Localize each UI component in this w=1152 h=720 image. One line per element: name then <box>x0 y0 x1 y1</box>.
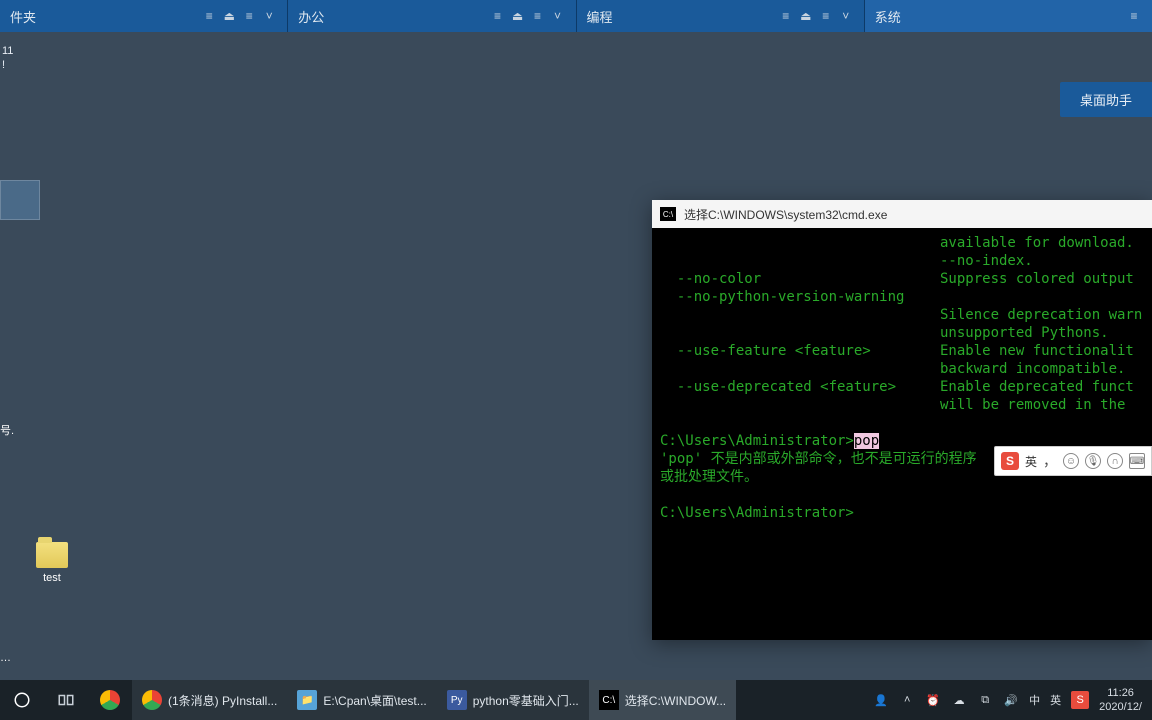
ime-en[interactable]: 英 <box>1050 692 1061 708</box>
chevron-down-icon[interactable]: ˅ <box>838 8 854 24</box>
sogou-tray-icon[interactable]: S <box>1071 691 1089 709</box>
taskbar-item-label: 选择C:\WINDOW... <box>625 692 726 709</box>
taskbar-item-python[interactable]: Py python零基础入门... <box>437 680 589 720</box>
taskbar: (1条消息) PyInstall... 📁 E:\Cpan\桌面\test...… <box>0 680 1152 720</box>
fence-title: 件夹 <box>10 7 201 26</box>
cmd-titlebar[interactable]: C:\ 选择C:\WINDOWS\system32\cmd.exe <box>652 200 1152 228</box>
taskbar-item-explorer[interactable]: 📁 E:\Cpan\桌面\test... <box>287 680 436 720</box>
headset-icon[interactable]: ∩ <box>1107 453 1123 469</box>
typed-command: pop <box>854 433 879 449</box>
desktop[interactable]: 11 ! 号. … test 桌面助手 C:\ 选择C:\WINDOWS\sys… <box>0 32 1152 680</box>
fence-section-folder[interactable]: 件夹 ≡ ⏏ ≡ ˅ <box>0 0 288 32</box>
chrome-icon <box>100 690 120 710</box>
menu-icon[interactable]: ≡ <box>241 8 257 24</box>
ime-comma-icon[interactable]: ， <box>1043 451 1057 471</box>
menu-icon[interactable]: ≡ <box>818 8 834 24</box>
volume-icon[interactable]: 🔊 <box>1003 692 1019 708</box>
taskbar-item-label: (1条消息) PyInstall... <box>168 692 277 709</box>
folder-label: test <box>22 572 82 584</box>
desktop-helper-button[interactable]: 桌面助手 <box>1060 82 1152 117</box>
fence-icons: ≡ ⏏ ≡ ˅ <box>201 8 277 24</box>
cmd-icon: C:\ <box>660 207 676 221</box>
list-icon[interactable]: ≡ <box>778 8 794 24</box>
fence-section-office[interactable]: 办公 ≡ ⏏ ≡ ˅ <box>288 0 576 32</box>
people-icon[interactable]: 👤 <box>873 692 889 708</box>
lock-icon[interactable]: ⏏ <box>510 8 526 24</box>
tray-up-icon[interactable]: ˄ <box>899 692 915 708</box>
ime-cn[interactable]: 中 <box>1029 692 1040 708</box>
desktop-stub-text: 11 ! <box>2 44 13 72</box>
list-icon[interactable]: ≡ <box>1126 8 1142 24</box>
python-icon: Py <box>447 690 467 710</box>
fence-title: 编程 <box>587 7 778 26</box>
fence-bar: 件夹 ≡ ⏏ ≡ ˅ 办公 ≡ ⏏ ≡ ˅ 编程 ≡ ⏏ ≡ ˅ 系统 ≡ <box>0 0 1152 32</box>
clock-date: 2020/12/ <box>1099 700 1142 714</box>
keyboard-icon[interactable]: ⌨ <box>1129 453 1145 469</box>
fence-section-system[interactable]: 系统 ≡ <box>865 0 1152 32</box>
fence-title: 办公 <box>298 7 489 26</box>
cmd-title: 选择C:\WINDOWS\system32\cmd.exe <box>684 206 887 223</box>
network-icon[interactable]: ⧉ <box>977 692 993 708</box>
fence-icons: ≡ <box>1126 8 1142 24</box>
folder-icon: 📁 <box>297 690 317 710</box>
list-icon[interactable]: ≡ <box>490 8 506 24</box>
lock-icon[interactable]: ⏏ <box>221 8 237 24</box>
mic-icon[interactable]: 🎙 <box>1085 453 1101 469</box>
list-icon[interactable]: ≡ <box>201 8 217 24</box>
folder-icon <box>36 542 68 568</box>
taskbar-item-cmd[interactable]: C:\ 选择C:\WINDOW... <box>589 680 736 720</box>
ime-dock[interactable]: S 英 ， ☺ 🎙 ∩ ⌨ <box>994 446 1152 476</box>
chrome-icon <box>142 690 162 710</box>
desktop-folder-test[interactable]: test <box>22 542 82 584</box>
fence-section-programming[interactable]: 编程 ≡ ⏏ ≡ ˅ <box>577 0 865 32</box>
taskbar-item-chrome[interactable]: (1条消息) PyInstall... <box>132 680 287 720</box>
lock-icon[interactable]: ⏏ <box>798 8 814 24</box>
cmd-window[interactable]: C:\ 选择C:\WINDOWS\system32\cmd.exe availa… <box>652 200 1152 640</box>
start-button[interactable] <box>0 680 44 720</box>
sogou-icon[interactable]: S <box>1001 452 1019 470</box>
fence-title: 系统 <box>875 7 1126 26</box>
taskbar-item-label: E:\Cpan\桌面\test... <box>323 692 426 709</box>
clock-time: 11:26 <box>1099 686 1142 700</box>
face-icon[interactable]: ☺ <box>1063 453 1079 469</box>
cmd-content[interactable]: available for download. --no-index. --no… <box>652 228 1152 640</box>
taskview-button[interactable] <box>44 680 88 720</box>
alarm-icon[interactable]: ⏰ <box>925 692 941 708</box>
desktop-label-stub: 号. <box>0 422 14 438</box>
ime-lang[interactable]: 英 <box>1025 453 1037 470</box>
chevron-down-icon[interactable]: ˅ <box>550 8 566 24</box>
taskbar-clock[interactable]: 11:26 2020/12/ <box>1099 686 1142 714</box>
fence-icons: ≡ ⏏ ≡ ˅ <box>778 8 854 24</box>
taskbar-item-label: python零基础入门... <box>473 692 579 709</box>
selected-icon-highlight[interactable] <box>0 180 40 220</box>
cloud-icon[interactable]: ☁ <box>951 692 967 708</box>
taskbar-chrome-icon[interactable] <box>88 680 132 720</box>
desktop-label-stub2: … <box>0 652 11 664</box>
system-tray: 👤 ˄ ⏰ ☁ ⧉ 🔊 中 英 S 11:26 2020/12/ <box>873 686 1152 714</box>
fence-icons: ≡ ⏏ ≡ ˅ <box>490 8 566 24</box>
cmd-icon: C:\ <box>599 690 619 710</box>
menu-icon[interactable]: ≡ <box>530 8 546 24</box>
chevron-down-icon[interactable]: ˅ <box>261 8 277 24</box>
